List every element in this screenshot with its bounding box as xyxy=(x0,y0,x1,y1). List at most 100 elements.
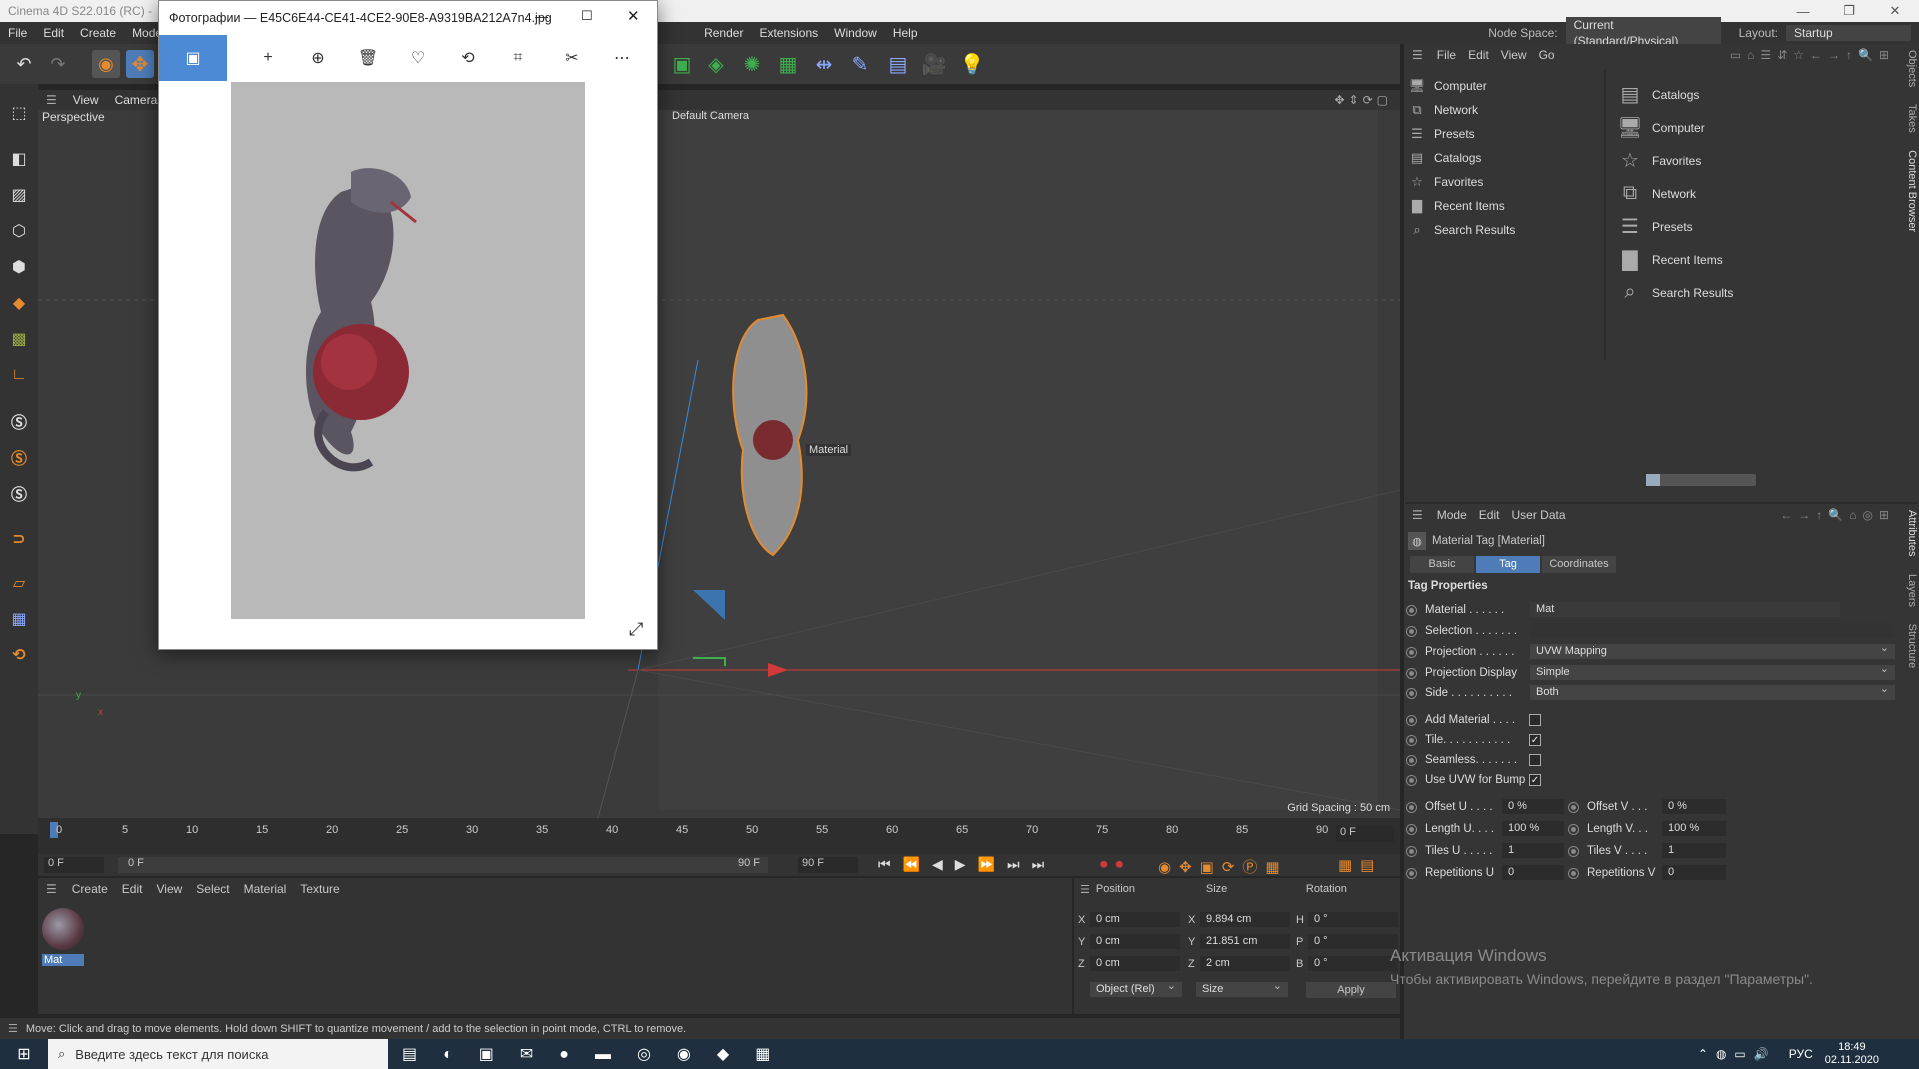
make-editable-icon[interactable]: ⬚ xyxy=(4,98,34,128)
slider-thumb[interactable] xyxy=(1646,474,1660,486)
cb-menu-edit[interactable]: Edit xyxy=(1462,48,1495,62)
tab-basic[interactable]: Basic xyxy=(1410,556,1474,573)
anim-dot[interactable] xyxy=(1406,687,1417,699)
anim-dot[interactable] xyxy=(1406,714,1417,726)
spline-pen-icon[interactable]: ✎ xyxy=(846,50,874,78)
cb-tree-computer[interactable]: 🖥 Computer xyxy=(1408,74,1604,98)
cb-tree-search[interactable]: ⌕ Search Results xyxy=(1408,218,1604,242)
taskbar-search[interactable]: ⌕ Введите здесь текст для поиска xyxy=(48,1039,388,1069)
menu-window[interactable]: Window xyxy=(826,22,885,44)
cb-tree-favorites[interactable]: ☆ Favorites xyxy=(1408,170,1604,194)
menu-edit[interactable]: Edit xyxy=(35,22,72,44)
anim-dot[interactable] xyxy=(1568,845,1579,857)
side-tab-objects[interactable]: Objects xyxy=(1906,50,1918,87)
maximize-button[interactable]: ❐ xyxy=(1826,0,1872,22)
anim-dot[interactable] xyxy=(1406,774,1417,786)
timeline[interactable]: 0 5 10 15 20 25 30 35 40 45 50 55 60 65 … xyxy=(38,818,1400,854)
cubes-icon[interactable]: ▦ xyxy=(774,50,802,78)
anim-dot[interactable] xyxy=(1406,604,1417,616)
cb-tree-recent[interactable]: ▇ Recent Items xyxy=(1408,194,1604,218)
anim-dot[interactable] xyxy=(1406,754,1417,766)
attr-menu-mode[interactable]: Mode xyxy=(1431,508,1473,522)
anim-dot[interactable] xyxy=(1406,646,1417,658)
coord-mode-select[interactable]: Object (Rel) xyxy=(1090,979,1182,997)
cb-menu-view[interactable]: View xyxy=(1495,48,1533,62)
rot-p-field[interactable]: 0 ° xyxy=(1308,934,1398,949)
delete-icon[interactable]: 🗑 xyxy=(355,45,381,71)
rot-b-field[interactable]: 0 ° xyxy=(1308,956,1398,971)
photos-close-button[interactable]: ✕ xyxy=(627,7,640,25)
render-view-icon[interactable]: ▣ xyxy=(668,50,696,78)
anim-dot[interactable] xyxy=(1406,867,1417,879)
cb-splitter[interactable] xyxy=(1604,70,1606,360)
cb-tree-network[interactable]: ⧉ Network xyxy=(1408,98,1604,122)
tile-checkbox[interactable]: ✓ xyxy=(1529,734,1541,746)
hamburger-icon[interactable]: ☰ xyxy=(1404,508,1431,522)
hamburger-icon[interactable]: ☰ xyxy=(38,882,65,896)
render-picture-icon[interactable]: ◈ xyxy=(702,50,730,78)
attr-menu-userdata[interactable]: User Data xyxy=(1505,508,1571,522)
grid-icon[interactable]: ▦ xyxy=(4,604,34,634)
current-frame-field[interactable]: 0 F xyxy=(1336,826,1394,842)
axis-mode-icon[interactable]: ∟ xyxy=(4,360,34,390)
close-button[interactable]: ✕ xyxy=(1872,0,1918,22)
offset-u-field[interactable]: 0 % xyxy=(1502,799,1564,814)
rep-v-field[interactable]: 0 xyxy=(1662,865,1726,880)
cb-list-presets[interactable]: ☰ Presets xyxy=(1616,210,1896,243)
input-language[interactable]: РУС xyxy=(1789,1047,1813,1061)
end-frame-field[interactable]: 90 F xyxy=(798,857,858,873)
mat-menu-create[interactable]: Create xyxy=(65,882,115,896)
menu-extensions[interactable]: Extensions xyxy=(751,22,826,44)
mat-menu-select[interactable]: Select xyxy=(189,882,236,896)
viewport-nav-icons[interactable]: ✥⇕⟳▢ xyxy=(1326,93,1400,107)
cloner-icon[interactable]: ✺ xyxy=(738,50,766,78)
anim-dot[interactable] xyxy=(1406,667,1417,679)
selection-field[interactable] xyxy=(1530,623,1895,638)
undo-icon[interactable]: ↶ xyxy=(10,50,38,78)
apply-button[interactable]: Apply xyxy=(1306,982,1396,998)
anim-dot[interactable] xyxy=(1406,845,1417,857)
anim-dot[interactable] xyxy=(1406,801,1417,813)
model-mode-icon[interactable]: ◧ xyxy=(4,144,34,174)
anim-dot[interactable] xyxy=(1406,625,1417,637)
mat-menu-view[interactable]: View xyxy=(149,882,189,896)
size-x-field[interactable]: 9.894 cm xyxy=(1200,912,1290,927)
pos-z-field[interactable]: 0 cm xyxy=(1090,956,1180,971)
zoom-icon[interactable]: ⊕ xyxy=(305,45,331,71)
playback-controls[interactable]: ⏮⏪◀▶⏩⏭⏭ xyxy=(878,856,1056,873)
viewport-menu-view[interactable]: View xyxy=(65,93,107,107)
cb-tree-catalogs[interactable]: ▤ Catalogs xyxy=(1408,146,1604,170)
layout-select[interactable]: Startup xyxy=(1786,25,1911,41)
size-mode-select[interactable]: Size xyxy=(1196,979,1288,997)
move-tool-icon[interactable]: ✥ xyxy=(126,50,154,78)
attr-menu-edit[interactable]: Edit xyxy=(1473,508,1506,522)
tab-tag[interactable]: Tag xyxy=(1476,556,1540,573)
hamburger-icon[interactable]: ☰ xyxy=(1074,883,1096,896)
mat-menu-material[interactable]: Material xyxy=(237,882,294,896)
side-tab-layers[interactable]: Layers xyxy=(1906,574,1918,607)
projection-select[interactable]: UVW Mapping xyxy=(1530,641,1895,659)
frame-range-slider[interactable]: 0 F 90 F xyxy=(118,857,768,873)
mat-menu-edit[interactable]: Edit xyxy=(115,882,150,896)
tray-icons[interactable]: ⌃◍▭🔊 xyxy=(1698,1047,1777,1061)
crop-icon[interactable]: ⌗ xyxy=(505,45,531,71)
mat-menu-texture[interactable]: Texture xyxy=(293,882,346,896)
favorite-icon[interactable]: ♡ xyxy=(405,45,431,71)
snap-alt-icon[interactable]: Ⓢ xyxy=(4,478,34,508)
camera-icon[interactable]: 🎥 xyxy=(920,50,948,78)
seamless-checkbox[interactable] xyxy=(1529,754,1541,766)
expand-icon[interactable]: ⤢ xyxy=(629,619,643,640)
photo-view-icon[interactable]: ▣ xyxy=(159,35,227,81)
size-y-field[interactable]: 21.851 cm xyxy=(1200,934,1290,949)
length-v-field[interactable]: 100 % xyxy=(1662,821,1726,836)
photo-canvas[interactable] xyxy=(231,82,585,619)
points-mode-icon[interactable]: ⬡ xyxy=(4,216,34,246)
minimize-button[interactable]: — xyxy=(1780,0,1826,22)
rot-h-field[interactable]: 0 ° xyxy=(1308,912,1398,927)
side-tab-structure[interactable]: Structure xyxy=(1906,624,1918,669)
cb-zoom-slider[interactable] xyxy=(1646,474,1756,486)
clock[interactable]: 18:49 02.11.2020 xyxy=(1825,1041,1879,1067)
length-u-field[interactable]: 100 % xyxy=(1502,821,1564,836)
menu-help[interactable]: Help xyxy=(885,22,926,44)
pos-x-field[interactable]: 0 cm xyxy=(1090,912,1180,927)
